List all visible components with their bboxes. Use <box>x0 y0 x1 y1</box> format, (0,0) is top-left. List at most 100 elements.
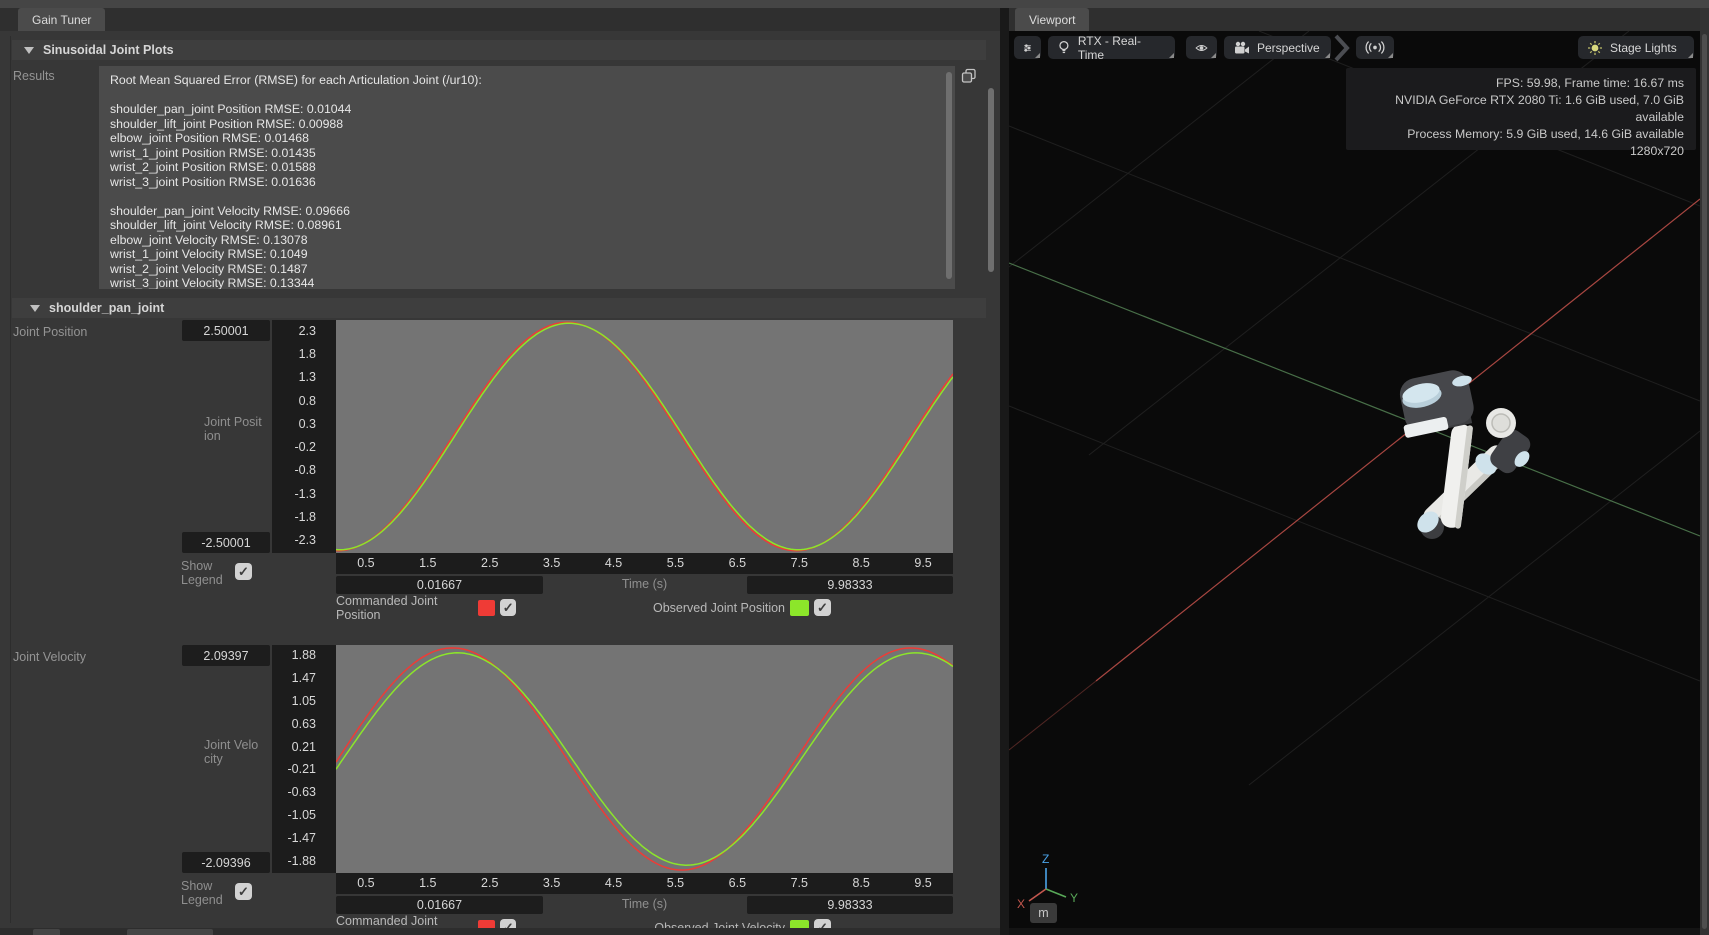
time-start-field[interactable]: 0.01667 <box>336 576 543 594</box>
settings-sliders-icon <box>1023 40 1032 56</box>
x-tick-label: 4.5 <box>594 556 634 570</box>
x-tick-label: 2.5 <box>470 876 510 890</box>
time-end-field[interactable]: 9.98333 <box>747 896 953 914</box>
x-tick-label: 1.5 <box>408 876 448 890</box>
x-tick-label: 6.5 <box>717 876 757 890</box>
y-tick-column: 1.881.471.050.630.21-0.21-0.63-1.05-1.47… <box>272 645 336 873</box>
robot-arm[interactable] <box>1394 367 1534 539</box>
y-tick-label: 1.47 <box>292 671 316 685</box>
series-curve <box>336 323 953 549</box>
time-row: 0.01667 Time (s) 9.98333 <box>336 576 953 594</box>
show-legend-checkbox[interactable]: ✓ <box>235 883 252 900</box>
camera-icon <box>1233 41 1250 55</box>
bottom-stub <box>127 929 213 935</box>
panel-divider[interactable] <box>1000 8 1009 935</box>
y-axis-label: Joint Posit ion <box>204 415 264 443</box>
x-tick-label: 2.5 <box>470 556 510 570</box>
y-tick-label: 1.8 <box>299 347 316 361</box>
y-min-field[interactable]: -2.09396 <box>182 852 270 873</box>
show-legend-checkbox[interactable]: ✓ <box>235 563 252 580</box>
gizmo-y-label: Y <box>1070 891 1078 905</box>
viewport-settings-button[interactable] <box>1014 36 1041 59</box>
show-legend-control: Show Legend ✓ <box>181 879 255 907</box>
time-start-field[interactable]: 0.01667 <box>336 896 543 914</box>
stage-lights-button[interactable]: Stage Lights <box>1578 36 1694 59</box>
y-min-field[interactable]: -2.50001 <box>182 532 270 553</box>
x-tick-row: 0.51.52.53.54.55.56.57.58.59.5 <box>336 873 953 894</box>
window-right-scrollbar[interactable] <box>1700 8 1709 935</box>
panel-scrollbar[interactable] <box>988 88 994 272</box>
lightbulb-icon <box>1057 40 1071 55</box>
x-tick-label: 0.5 <box>346 876 386 890</box>
y-max-field[interactable]: 2.09397 <box>182 645 270 666</box>
commanded-visible-checkbox[interactable]: ✓ <box>500 599 516 616</box>
y-tick-label: -1.3 <box>294 487 316 501</box>
application-window: Gain Tuner Viewport Sinusoidal Joint Plo… <box>0 0 1709 935</box>
results-label: Results <box>13 69 55 83</box>
y-tick-label: 1.3 <box>299 370 316 384</box>
time-axis-label: Time (s) <box>543 897 746 911</box>
x-tick-label: 3.5 <box>532 876 572 890</box>
tab-gain-tuner[interactable]: Gain Tuner <box>18 8 105 31</box>
x-tick-label: 5.5 <box>655 556 695 570</box>
commanded-color-swatch[interactable] <box>478 600 495 616</box>
x-tick-label: 6.5 <box>717 556 757 570</box>
legend-observed: Observed Joint Position ✓ <box>644 598 953 617</box>
plot-canvas <box>336 645 953 873</box>
viewport-3d-area[interactable]: RTX - Real-Time Perspective <box>1009 31 1700 935</box>
x-tick-label: 7.5 <box>779 556 819 570</box>
camera-label: Perspective <box>1257 41 1320 55</box>
copy-results-button[interactable] <box>960 67 978 85</box>
toolbar-flyout-chevron-icon[interactable] <box>1331 34 1353 62</box>
audio-waveform-button[interactable] <box>1356 36 1394 59</box>
observed-color-swatch[interactable] <box>790 600 809 616</box>
time-end-field[interactable]: 9.98333 <box>747 576 953 594</box>
render-mode-button[interactable]: RTX - Real-Time <box>1048 36 1175 59</box>
y-tick-label: -1.47 <box>288 831 317 845</box>
camera-button[interactable]: Perspective <box>1224 36 1331 59</box>
tab-gain-tuner-label: Gain Tuner <box>32 13 91 27</box>
series-curve <box>336 322 953 550</box>
x-tick-label: 0.5 <box>346 556 386 570</box>
plot-canvas <box>336 320 953 553</box>
viewport-bottom-strip <box>1009 928 1700 935</box>
legend-observed-label: Observed Joint Position <box>653 601 785 615</box>
right-tabbar: Viewport <box>1009 8 1700 31</box>
tab-viewport[interactable]: Viewport <box>1015 8 1089 31</box>
stage-lights-label: Stage Lights <box>1610 41 1677 55</box>
section-header-shoulder-pan-joint[interactable]: shoulder_pan_joint <box>12 298 986 318</box>
plot-row-label: Joint Position <box>13 325 87 339</box>
x-tick-label: 9.5 <box>903 876 943 890</box>
results-scrollbar[interactable] <box>946 72 952 279</box>
show-legend-control: Show Legend ✓ <box>181 559 255 587</box>
visibility-button[interactable] <box>1186 36 1217 59</box>
y-tick-label: -1.05 <box>288 808 317 822</box>
observed-visible-checkbox[interactable]: ✓ <box>814 599 831 616</box>
eye-icon <box>1195 41 1208 55</box>
section-title: Sinusoidal Joint Plots <box>43 43 174 57</box>
x-tick-label: 7.5 <box>779 876 819 890</box>
render-stats-overlay: FPS: 59.98, Frame time: 16.67 ms NVIDIA … <box>1346 68 1696 150</box>
x-tick-row: 0.51.52.53.54.55.56.57.58.59.5 <box>336 553 953 574</box>
x-tick-label: 3.5 <box>532 556 572 570</box>
y-tick-label: -0.8 <box>294 463 316 477</box>
stats-resolution: 1280x720 <box>1346 143 1684 160</box>
section-header-sinusoidal-joint-plots[interactable]: Sinusoidal Joint Plots <box>12 40 986 60</box>
y-tick-label: 0.63 <box>292 717 316 731</box>
y-tick-label: 0.21 <box>292 740 316 754</box>
legend-commanded: Commanded Joint Position ✓ <box>336 598 644 617</box>
y-tick-label: 0.8 <box>299 394 316 408</box>
y-tick-label: 2.3 <box>299 324 316 338</box>
units-button[interactable]: m <box>1030 903 1057 923</box>
y-tick-label: 1.05 <box>292 694 316 708</box>
show-legend-label: Show Legend <box>181 559 223 587</box>
time-row: 0.01667 Time (s) 9.98333 <box>336 896 953 914</box>
scene-canvas <box>1009 31 1700 935</box>
y-axis-label: Joint Velo city <box>204 738 264 766</box>
y-max-field[interactable]: 2.50001 <box>182 320 270 341</box>
window-bottom-strip <box>0 928 1000 935</box>
render-mode-label: RTX - Real-Time <box>1078 34 1166 62</box>
y-tick-label: -1.88 <box>288 854 317 868</box>
y-tick-label: -2.3 <box>294 533 316 547</box>
results-textbox[interactable]: Root Mean Squared Error (RMSE) for each … <box>99 66 955 289</box>
